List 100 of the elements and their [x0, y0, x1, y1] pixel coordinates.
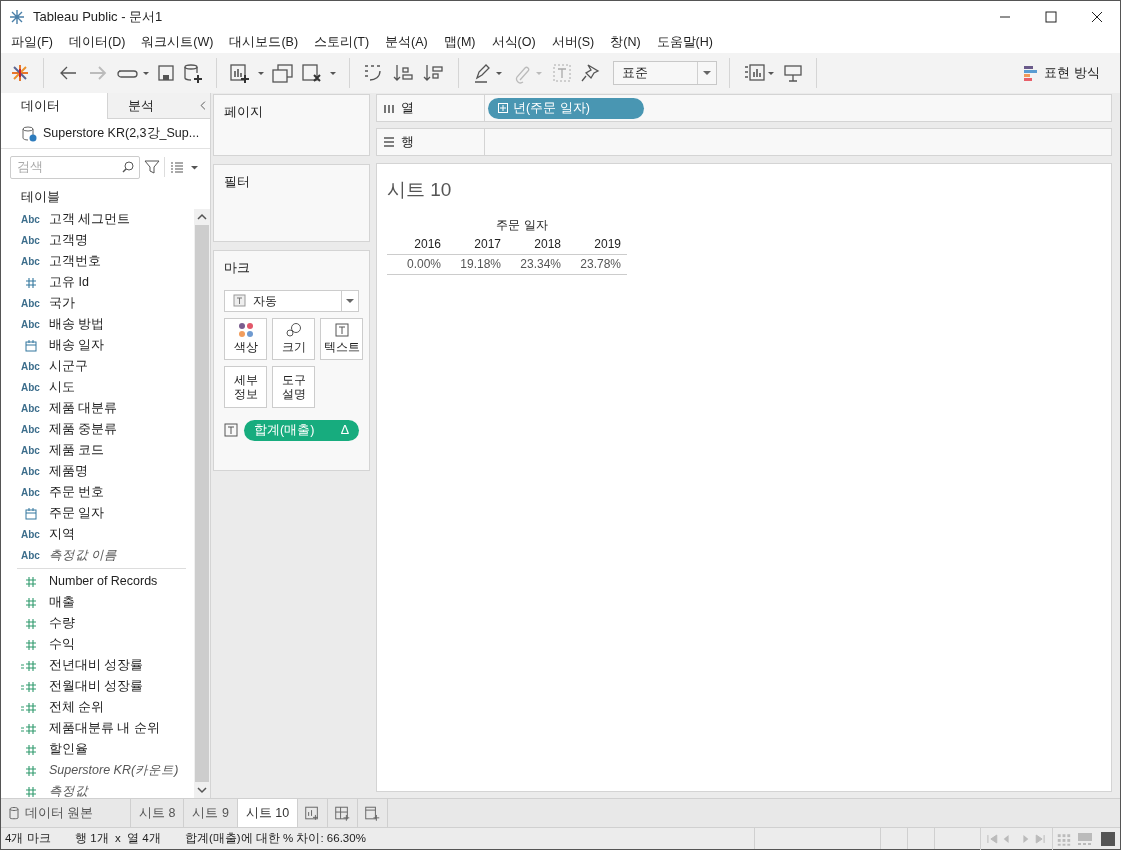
- fit-dropdown[interactable]: 표준: [613, 61, 717, 85]
- menu-item[interactable]: 도움말(H): [648, 33, 721, 52]
- duplicate-sheet-icon[interactable]: [271, 62, 295, 84]
- field-item[interactable]: 배송 일자: [49, 336, 105, 355]
- menu-item[interactable]: 대시보드(B): [221, 33, 307, 52]
- sheet-title: 시트 10: [387, 178, 453, 202]
- menu-item[interactable]: 서식(O): [483, 33, 544, 52]
- field-item[interactable]: 지역: [49, 525, 75, 544]
- field-item[interactable]: 할인율: [49, 740, 88, 759]
- column-header-title: 주문 일자: [495, 217, 549, 233]
- search-field[interactable]: 검색: [10, 155, 140, 179]
- field-item[interactable]: 고객번호: [49, 252, 101, 271]
- status-text: 4개 마크: [4, 830, 52, 846]
- mark-property-button[interactable]: 도구 설명: [272, 365, 315, 408]
- mark-type-dropdown[interactable]: 자동: [224, 289, 359, 312]
- columns-icon: [383, 102, 395, 114]
- field-item[interactable]: 주문 번호: [49, 483, 105, 502]
- hash-icon: [25, 764, 37, 777]
- field-item[interactable]: 고유 Id: [49, 273, 89, 292]
- field-item[interactable]: 제품 대분류: [49, 399, 118, 418]
- card-title: 페이지: [223, 104, 264, 121]
- field-item[interactable]: 시군구: [49, 357, 88, 376]
- column-header: 2017: [473, 236, 502, 253]
- new-worksheet-icon[interactable]: [229, 62, 265, 84]
- data-source-name[interactable]: Superstore KR(2,3강_Sup...: [43, 124, 200, 143]
- menu-item[interactable]: 맵(M): [435, 33, 484, 52]
- pane-tab[interactable]: 분석: [107, 93, 196, 119]
- hash-icon: [25, 276, 37, 289]
- field-item[interactable]: 고객 세그먼트: [49, 210, 131, 229]
- pin-icon[interactable]: [579, 62, 601, 84]
- show-labels-icon[interactable]: [742, 62, 776, 84]
- hash-icon: [25, 575, 37, 588]
- mark-property-button[interactable]: 색상: [224, 317, 267, 360]
- menu-item[interactable]: 데이터(D): [60, 33, 134, 52]
- clear-sheet-icon[interactable]: [301, 62, 337, 84]
- caret-icon: [703, 71, 711, 75]
- presentation-icon[interactable]: [782, 62, 804, 84]
- hash-icon: [25, 743, 37, 756]
- bar-chart-icon: [1024, 65, 1039, 81]
- menu-item[interactable]: 창(N): [602, 33, 649, 52]
- scrollbar-thumb[interactable]: [195, 225, 209, 782]
- calendar-icon: [25, 339, 37, 352]
- plus-box-icon: [498, 103, 508, 113]
- save-icon[interactable]: [156, 62, 176, 84]
- table-cell-text: 23.78%: [579, 256, 622, 273]
- field-item[interactable]: 시도: [49, 378, 75, 397]
- calendar-icon: [25, 507, 37, 520]
- field-item[interactable]: 국가: [49, 294, 75, 313]
- field-item[interactable]: 매출: [49, 593, 75, 612]
- field-item[interactable]: 배송 방법: [49, 315, 105, 334]
- search-icon: [122, 160, 134, 173]
- field-item[interactable]: 제품 중분류: [49, 420, 118, 439]
- mark-property-button[interactable]: 크기: [272, 317, 315, 360]
- card-title: 마크: [224, 260, 251, 277]
- field-item[interactable]: 제품 코드: [49, 441, 105, 460]
- tableau-logo-icon[interactable]: [9, 62, 31, 84]
- shelf-label: 행: [401, 133, 414, 151]
- field-item[interactable]: 전체 순위: [49, 698, 105, 717]
- filter-icon[interactable]: [144, 159, 160, 175]
- field-item[interactable]: 전월대비 성장률: [49, 677, 144, 696]
- field-item[interactable]: 주문 일자: [49, 504, 105, 523]
- status-text: 행 1개 x 열 4개: [75, 830, 162, 846]
- table-cell-text: 19.18%: [459, 256, 502, 273]
- menu-item[interactable]: 서버(S): [543, 33, 603, 52]
- database-icon: [21, 125, 37, 142]
- field-item[interactable]: Superstore KR(카운트): [49, 761, 179, 780]
- field-item[interactable]: 제품대분류 내 순위: [49, 719, 160, 738]
- card-title: 필터: [223, 174, 251, 191]
- new-data-source-icon[interactable]: [182, 62, 204, 84]
- status-text: 합계(매출)에 대한 % 차이: 66.30%: [185, 830, 367, 846]
- text-box-icon: [334, 323, 349, 338]
- table-cell-text: 23.34%: [519, 256, 562, 273]
- field-item[interactable]: 측정값 이름: [49, 546, 118, 565]
- field-item[interactable]: 전년대비 성장률: [49, 656, 144, 675]
- rows-icon: [383, 136, 395, 148]
- column-header: 2018: [533, 236, 562, 253]
- caret-icon: [346, 298, 354, 303]
- field-item[interactable]: 측정값: [49, 782, 88, 798]
- section-heading: 테이블: [20, 188, 61, 207]
- field-item[interactable]: 수익: [49, 635, 75, 654]
- field-item[interactable]: 제품명: [49, 462, 88, 481]
- hash-icon: [25, 617, 37, 630]
- mark-property-button[interactable]: 세부 정보: [224, 365, 267, 408]
- text-box-icon: [224, 423, 238, 438]
- app-logo-icon: [9, 8, 25, 25]
- menu-item[interactable]: 스토리(T): [306, 33, 378, 52]
- field-item[interactable]: 고객명: [49, 231, 88, 250]
- table-cell-text: 0.00%: [405, 256, 442, 273]
- menu-item[interactable]: 워크시트(W): [133, 33, 222, 52]
- column-header: 2019: [593, 236, 622, 253]
- column-header: 2016: [413, 236, 442, 253]
- show-me-button[interactable]: 표현 방식: [1024, 63, 1100, 83]
- mark-property-button[interactable]: 텍스트: [320, 317, 363, 360]
- calculated-hash-icon: [21, 680, 37, 693]
- menu-item[interactable]: 파일(F): [3, 33, 61, 52]
- sheet-tab[interactable]: 시트 10: [237, 799, 299, 827]
- field-item[interactable]: 수량: [49, 614, 75, 633]
- menu-item[interactable]: 분석(A): [377, 33, 436, 52]
- hash-icon: [25, 596, 37, 609]
- field-item[interactable]: Number of Records: [49, 572, 158, 591]
